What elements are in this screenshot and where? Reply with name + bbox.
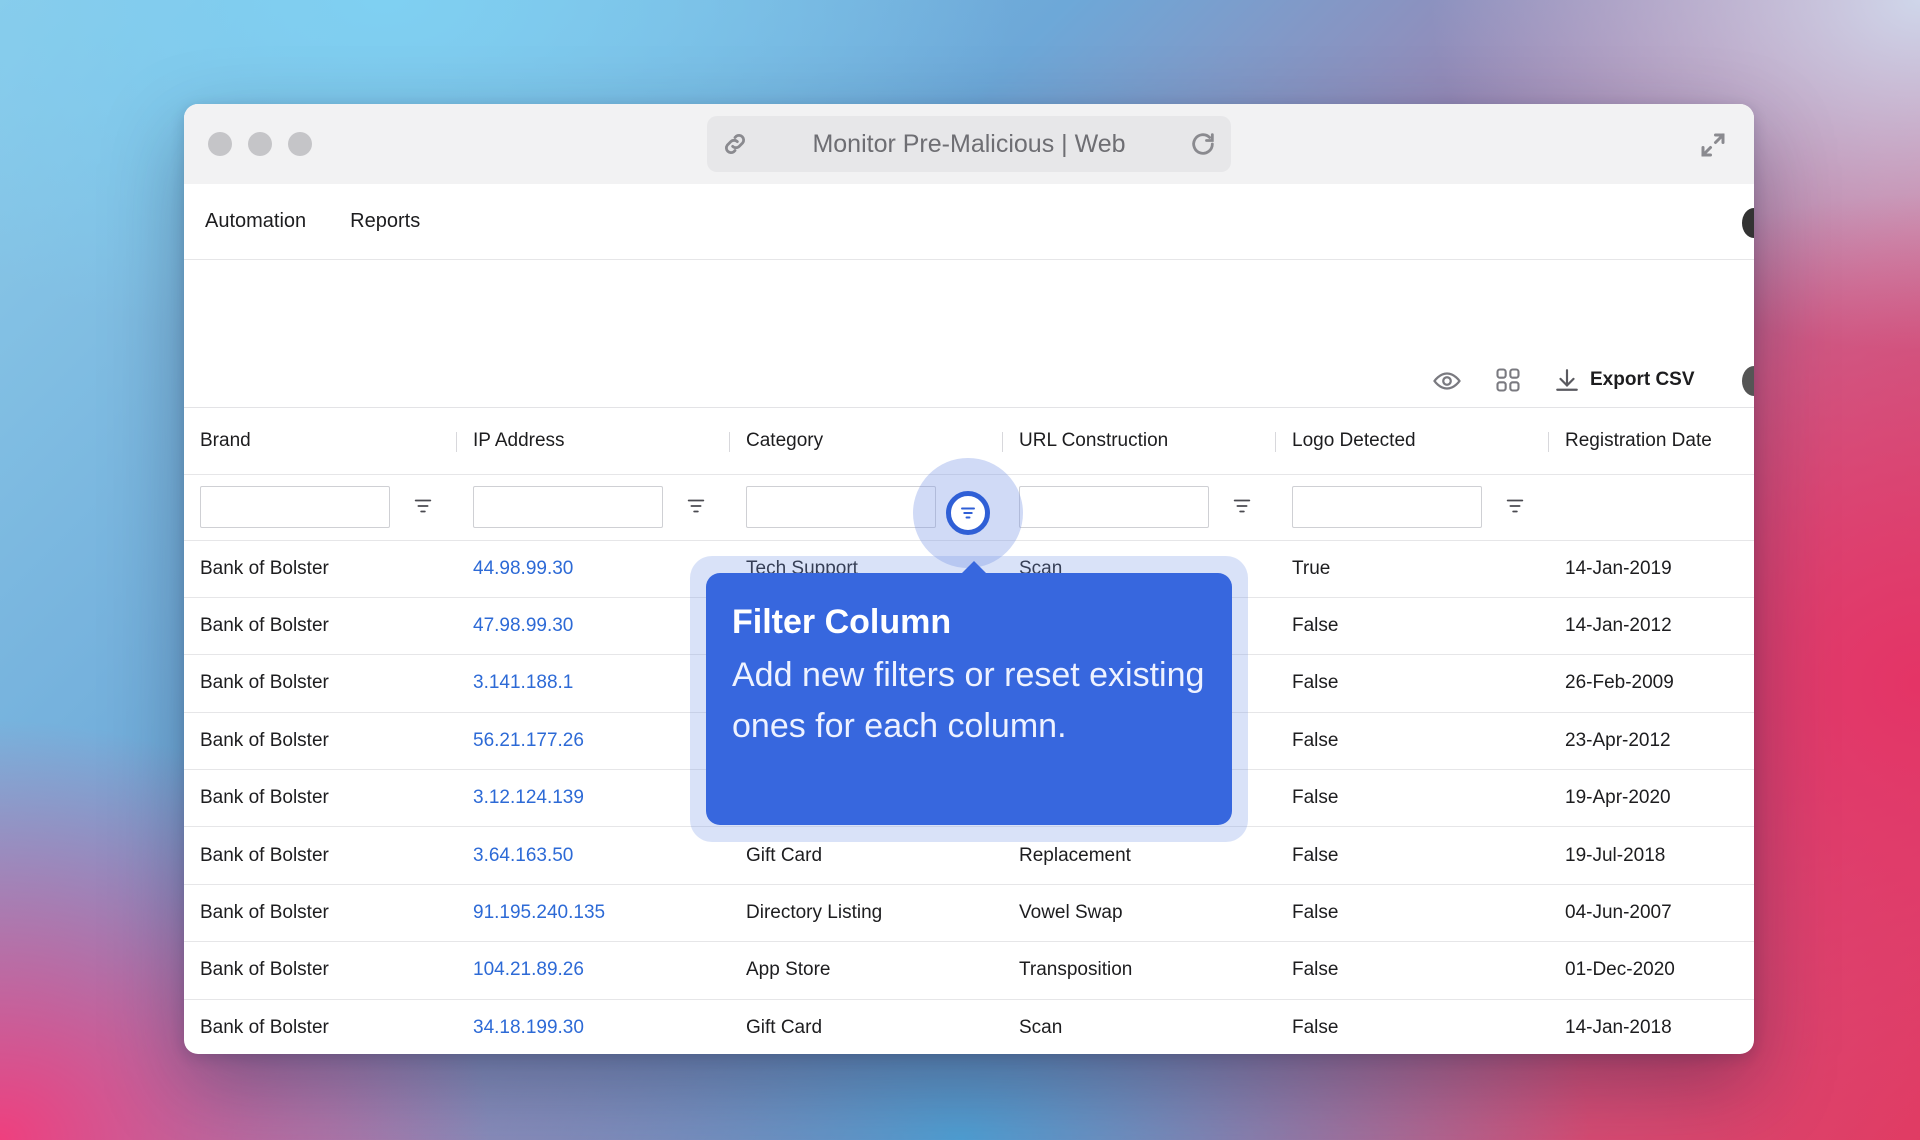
ip-address-filter-input[interactable] bbox=[473, 486, 663, 528]
ip-address-link[interactable]: 3.64.163.50 bbox=[457, 826, 730, 885]
top-nav: Automation Reports bbox=[184, 184, 1754, 260]
column-header-label: Category bbox=[746, 429, 824, 451]
category-cell: App Store bbox=[730, 941, 1003, 1000]
brand-cell: Bank of Bolster bbox=[184, 999, 457, 1054]
registration-date-cell: 04-Jun-2007 bbox=[1549, 884, 1754, 943]
avatar[interactable] bbox=[1742, 208, 1754, 238]
column-header-ip-address[interactable]: IP Address bbox=[457, 408, 730, 475]
page-title: Monitor Pre-Malicious | Web bbox=[812, 129, 1126, 158]
logo-detected-cell: True bbox=[1276, 540, 1549, 598]
filter-icon[interactable] bbox=[1504, 495, 1526, 517]
brand-filter-input[interactable] bbox=[200, 486, 390, 528]
registration-date-cell: 23-Apr-2012 bbox=[1549, 712, 1754, 771]
logo-detected-cell: False bbox=[1276, 826, 1549, 885]
filter-icon[interactable] bbox=[685, 495, 707, 517]
category-cell: Directory Listing bbox=[730, 884, 1003, 943]
column-header-label: Brand bbox=[200, 429, 251, 451]
logo-detected-filter-input[interactable] bbox=[1292, 486, 1482, 528]
url-construction-cell: Scan bbox=[1003, 999, 1276, 1054]
title-bar: Monitor Pre-Malicious | Web bbox=[184, 104, 1754, 184]
column-header-label: Registration Date bbox=[1565, 429, 1712, 451]
registration-date-cell: 14-Jan-2019 bbox=[1549, 540, 1754, 598]
nav-item-automation[interactable]: Automation bbox=[205, 210, 306, 233]
toolbar-edge-button[interactable] bbox=[1742, 366, 1754, 396]
url-construction-cell: Vowel Swap bbox=[1003, 884, 1276, 943]
column-header-label: IP Address bbox=[473, 429, 565, 451]
column-header-registration-date[interactable]: Registration Date bbox=[1549, 408, 1754, 475]
reload-icon[interactable] bbox=[1189, 130, 1217, 158]
registration-date-cell: 14-Jan-2012 bbox=[1549, 597, 1754, 656]
url-construction-filter-input[interactable] bbox=[1019, 486, 1209, 528]
filter-icon bbox=[961, 507, 975, 519]
brand-cell: Bank of Bolster bbox=[184, 540, 457, 598]
grid-icon[interactable] bbox=[1494, 366, 1522, 394]
logo-detected-cell: False bbox=[1276, 941, 1549, 1000]
registration-date-cell: 01-Dec-2020 bbox=[1549, 941, 1754, 1000]
table-toolbar: Export CSV bbox=[184, 260, 1754, 408]
address-bar[interactable]: Monitor Pre-Malicious | Web bbox=[707, 116, 1231, 172]
category-filter-input[interactable] bbox=[746, 486, 936, 528]
column-header-label: URL Construction bbox=[1019, 429, 1169, 451]
registration-date-cell: 14-Jan-2018 bbox=[1549, 999, 1754, 1054]
filter-icon[interactable] bbox=[412, 495, 434, 517]
category-filter-button-highlighted[interactable] bbox=[946, 491, 990, 535]
registration-date-cell: 19-Jul-2018 bbox=[1549, 826, 1754, 885]
logo-detected-cell: False bbox=[1276, 712, 1549, 771]
brand-cell: Bank of Bolster bbox=[184, 941, 457, 1000]
ip-address-link[interactable]: 104.21.89.26 bbox=[457, 941, 730, 1000]
brand-cell: Bank of Bolster bbox=[184, 826, 457, 885]
ip-address-link[interactable]: 34.18.199.30 bbox=[457, 999, 730, 1054]
logo-detected-cell: False bbox=[1276, 999, 1549, 1054]
window-controls bbox=[208, 132, 312, 156]
export-csv-label: Export CSV bbox=[1590, 369, 1695, 390]
expand-icon[interactable] bbox=[1698, 130, 1728, 160]
download-icon bbox=[1556, 369, 1578, 391]
tooltip-title: Filter Column bbox=[732, 603, 952, 641]
registration-date-cell: 19-Apr-2020 bbox=[1549, 769, 1754, 828]
column-header-label: Logo Detected bbox=[1292, 429, 1416, 451]
table-row[interactable]: Bank of Bolster 91.195.240.135 Directory L… bbox=[184, 884, 1754, 943]
export-csv-button[interactable]: Export CSV bbox=[1554, 360, 1695, 400]
brand-cell: Bank of Bolster bbox=[184, 884, 457, 943]
logo-detected-cell: False bbox=[1276, 769, 1549, 828]
brand-cell: Bank of Bolster bbox=[184, 597, 457, 656]
table-row[interactable]: Bank of Bolster 34.18.199.30 Gift Card Scan… bbox=[184, 999, 1754, 1054]
logo-detected-cell: False bbox=[1276, 597, 1549, 656]
ip-address-link[interactable]: 91.195.240.135 bbox=[457, 884, 730, 943]
minimize-button[interactable] bbox=[248, 132, 272, 156]
registration-date-cell: 26-Feb-2009 bbox=[1549, 654, 1754, 713]
url-construction-cell: Transposition bbox=[1003, 941, 1276, 1000]
column-header-logo-detected[interactable]: Logo Detected bbox=[1276, 408, 1549, 475]
category-cell: Gift Card bbox=[730, 999, 1003, 1054]
brand-cell: Bank of Bolster bbox=[184, 712, 457, 771]
tooltip-body: Add new filters or reset existing ones f… bbox=[732, 656, 1205, 745]
brand-cell: Bank of Bolster bbox=[184, 769, 457, 828]
filter-icon[interactable] bbox=[1231, 495, 1253, 517]
table-row[interactable]: Bank of Bolster 104.21.89.26 App Store Tran… bbox=[184, 941, 1754, 1000]
logo-detected-cell: False bbox=[1276, 884, 1549, 943]
brand-cell: Bank of Bolster bbox=[184, 654, 457, 713]
link-icon bbox=[724, 133, 746, 155]
eye-icon[interactable] bbox=[1432, 366, 1462, 396]
logo-detected-cell: False bbox=[1276, 654, 1549, 713]
column-header-brand[interactable]: Brand bbox=[184, 408, 457, 475]
close-button[interactable] bbox=[208, 132, 232, 156]
tour-tooltip: Filter Column Add new filters or reset e… bbox=[706, 561, 1232, 825]
column-header-url-construction[interactable]: URL Construction bbox=[1003, 408, 1276, 475]
maximize-button[interactable] bbox=[288, 132, 312, 156]
nav-item-reports[interactable]: Reports bbox=[350, 210, 420, 233]
